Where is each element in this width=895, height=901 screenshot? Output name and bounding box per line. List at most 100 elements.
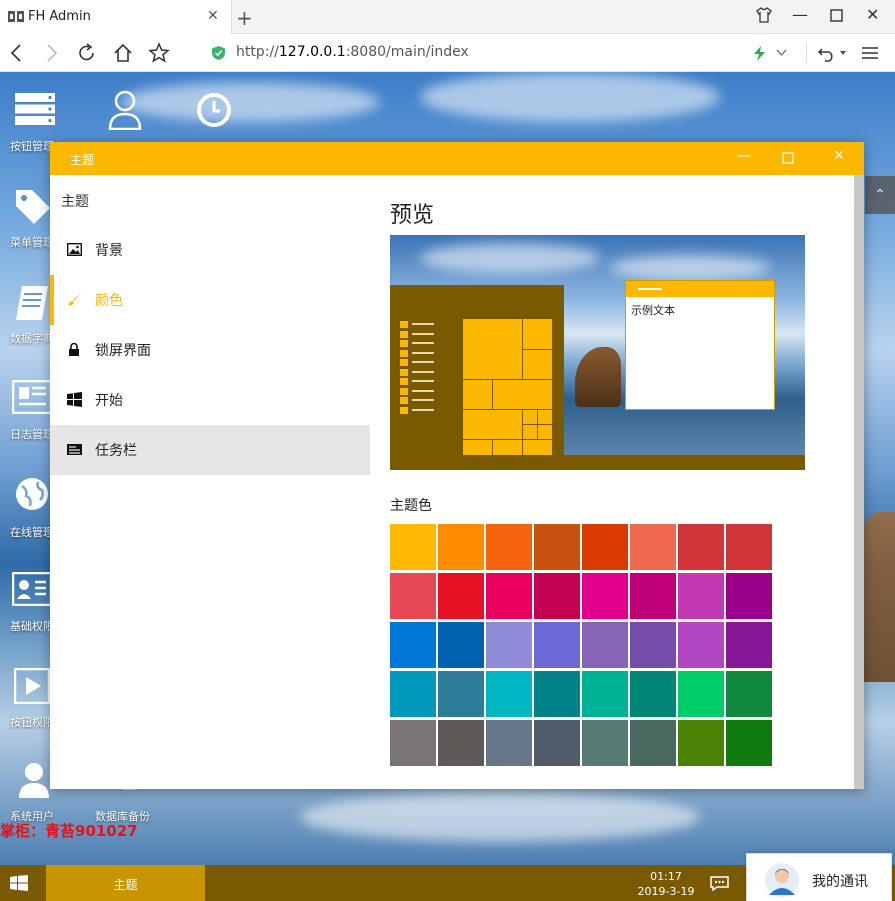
window-scrollbar[interactable] xyxy=(854,175,864,789)
fh-favicon-icon xyxy=(8,11,24,22)
preview-list-line xyxy=(412,342,434,344)
preview-rock xyxy=(575,347,621,407)
sidebar-item-background[interactable]: 背景 xyxy=(50,225,370,275)
color-swatch[interactable] xyxy=(582,524,628,570)
sidebar-item-start[interactable]: 开始 xyxy=(50,375,370,425)
lightning-icon[interactable] xyxy=(754,46,765,61)
taskbar-icon xyxy=(67,444,82,455)
window-titlebar[interactable]: 主题 — ✕ xyxy=(50,142,864,175)
color-swatch[interactable] xyxy=(678,622,724,668)
color-swatch[interactable] xyxy=(582,573,628,619)
preview-list-line xyxy=(412,389,434,392)
color-swatch[interactable] xyxy=(726,524,772,570)
color-swatch[interactable] xyxy=(582,720,628,766)
color-swatch[interactable] xyxy=(726,622,772,668)
chevron-down-icon[interactable] xyxy=(776,49,787,57)
window-minimize-icon[interactable]: — xyxy=(732,148,756,168)
home-icon[interactable] xyxy=(112,42,134,64)
forward-icon[interactable] xyxy=(40,42,62,64)
color-swatch[interactable] xyxy=(486,524,532,570)
minimize-icon[interactable]: — xyxy=(792,5,808,24)
my-communication-widget[interactable]: 我的通讯 xyxy=(746,853,892,901)
color-swatch[interactable] xyxy=(390,573,436,619)
undo-dropdown-icon[interactable] xyxy=(840,51,846,55)
chat-icon[interactable] xyxy=(710,876,729,891)
desktop-icon-label: 按钮管理 xyxy=(10,140,54,153)
maximize-icon[interactable] xyxy=(830,9,843,22)
shirt-icon[interactable] xyxy=(756,7,772,23)
window-close-icon[interactable]: ✕ xyxy=(827,148,851,168)
preview-list-line xyxy=(412,380,434,382)
color-swatch[interactable] xyxy=(486,671,532,717)
color-swatch[interactable] xyxy=(534,524,580,570)
start-windows-icon[interactable] xyxy=(10,875,28,891)
color-swatch[interactable] xyxy=(630,671,676,717)
color-swatch[interactable] xyxy=(630,720,676,766)
lock-icon xyxy=(69,342,79,356)
color-swatch[interactable] xyxy=(486,720,532,766)
color-swatch[interactable] xyxy=(534,573,580,619)
color-swatch[interactable] xyxy=(678,573,724,619)
tag-icon xyxy=(16,190,50,224)
color-swatch[interactable] xyxy=(438,573,484,619)
preview-list-mark xyxy=(400,387,408,395)
color-swatch[interactable] xyxy=(630,524,676,570)
preview-list-mark xyxy=(400,359,408,366)
tab-title: FH Admin xyxy=(28,9,91,24)
color-swatch[interactable] xyxy=(390,720,436,766)
user-icon xyxy=(19,763,49,798)
color-swatch[interactable] xyxy=(534,622,580,668)
color-swatch[interactable] xyxy=(534,720,580,766)
color-swatch[interactable] xyxy=(438,622,484,668)
desktop-icon-label: 日志管理 xyxy=(10,428,54,441)
globe-icon xyxy=(16,478,48,510)
color-swatch[interactable] xyxy=(678,720,724,766)
browser-tab[interactable]: FH Admin ✕ xyxy=(0,0,232,34)
color-swatch[interactable] xyxy=(726,671,772,717)
tab-close-icon[interactable]: ✕ xyxy=(207,8,219,24)
color-swatch[interactable] xyxy=(630,573,676,619)
reload-icon[interactable] xyxy=(76,42,98,64)
window-maximize-icon[interactable] xyxy=(782,152,794,164)
undo-icon[interactable] xyxy=(816,42,838,64)
clock-icon[interactable] xyxy=(196,92,232,128)
color-swatch[interactable] xyxy=(534,671,580,717)
color-swatch[interactable] xyxy=(726,720,772,766)
color-swatch[interactable] xyxy=(438,524,484,570)
color-swatch[interactable] xyxy=(486,573,532,619)
color-swatch[interactable] xyxy=(582,622,628,668)
color-swatch[interactable] xyxy=(726,573,772,619)
color-swatch[interactable] xyxy=(438,671,484,717)
play-icon xyxy=(14,668,50,704)
color-swatch[interactable] xyxy=(390,622,436,668)
preview-title: 预览 xyxy=(390,203,435,228)
back-icon[interactable] xyxy=(6,42,28,64)
sidebar-item-lock-screen[interactable]: 锁屏界面 xyxy=(50,325,370,375)
preview-list-line xyxy=(412,361,434,363)
user-outline-icon[interactable] xyxy=(108,90,142,130)
window-title: 主题 xyxy=(70,153,95,167)
color-swatch[interactable] xyxy=(438,720,484,766)
taskbar-item-label: 主题 xyxy=(113,878,138,892)
taskbar-item-theme[interactable]: 主题 xyxy=(46,865,205,901)
menu-icon[interactable] xyxy=(859,42,881,64)
sidebar-item-colors[interactable]: 颜色 xyxy=(50,275,370,325)
taskbar-clock[interactable]: 01:17 2019-3-19 xyxy=(630,869,702,899)
shield-icon xyxy=(212,46,225,60)
color-swatch[interactable] xyxy=(678,524,724,570)
address-bar[interactable]: http://127.0.0.1:8080/main/index xyxy=(204,39,800,67)
new-tab-icon[interactable]: + xyxy=(236,6,253,30)
color-swatch[interactable] xyxy=(630,622,676,668)
star-icon[interactable] xyxy=(148,42,170,64)
preview-list-mark xyxy=(400,349,408,357)
sidebar-item-taskbar[interactable]: 任务栏 xyxy=(50,425,370,475)
color-swatch[interactable] xyxy=(486,622,532,668)
color-swatch[interactable] xyxy=(390,671,436,717)
scroll-up-icon[interactable]: ⌃ xyxy=(865,176,895,214)
color-swatch[interactable] xyxy=(678,671,724,717)
color-swatch[interactable] xyxy=(390,524,436,570)
color-swatch[interactable] xyxy=(582,671,628,717)
close-window-icon[interactable]: ✕ xyxy=(866,5,879,24)
log-icon xyxy=(12,380,52,414)
server-icon xyxy=(15,93,55,125)
